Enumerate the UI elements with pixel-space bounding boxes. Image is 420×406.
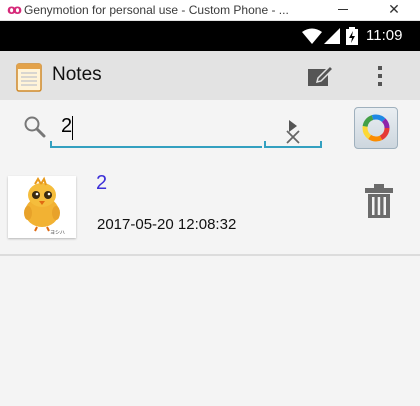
new-note-button[interactable] <box>306 63 336 89</box>
action-bar: Notes <box>0 51 420 100</box>
clock: 11:09 <box>366 27 403 44</box>
close-button[interactable]: ✕ <box>386 2 402 18</box>
chick-image: ヨシハ <box>24 176 65 236</box>
genymotion-logo-icon: oo <box>7 2 22 18</box>
window-title: Genymotion for personal use - Custom Pho… <box>24 3 289 17</box>
search-input-value: 2 <box>61 115 73 137</box>
search-go-button[interactable] <box>264 110 322 148</box>
overflow-menu-icon <box>372 63 388 86</box>
status-bar: 11:09 <box>0 21 420 51</box>
go-arrow-icon <box>289 120 297 132</box>
app-title: Notes <box>52 64 102 85</box>
text-cursor <box>72 116 73 140</box>
color-wheel-icon <box>362 114 390 142</box>
trash-icon <box>365 184 393 218</box>
delete-note-button[interactable] <box>364 183 394 219</box>
minimize-button[interactable] <box>338 9 348 10</box>
wifi-icon <box>302 28 322 44</box>
search-bar: 2 <box>0 100 420 156</box>
overflow-menu-button[interactable] <box>372 63 388 89</box>
note-timestamp: 2017-05-20 12:08:32 <box>97 216 237 233</box>
note-list-item[interactable]: ヨシハ 2 2017-05-20 12:08:32 <box>0 166 420 256</box>
signal-icon <box>324 28 340 44</box>
edit-icon <box>308 64 335 86</box>
search-icon <box>24 116 46 138</box>
search-input[interactable]: 2 <box>50 110 300 148</box>
note-title: 2 <box>96 172 108 194</box>
color-filter-button[interactable] <box>354 107 398 149</box>
battery-charging-icon <box>346 27 358 45</box>
note-thumbnail: ヨシハ <box>8 176 76 238</box>
svg-text:ヨシハ: ヨシハ <box>50 230 65 236</box>
notepad-icon <box>16 63 42 92</box>
window-titlebar: oo Genymotion for personal use - Custom … <box>0 0 420 21</box>
